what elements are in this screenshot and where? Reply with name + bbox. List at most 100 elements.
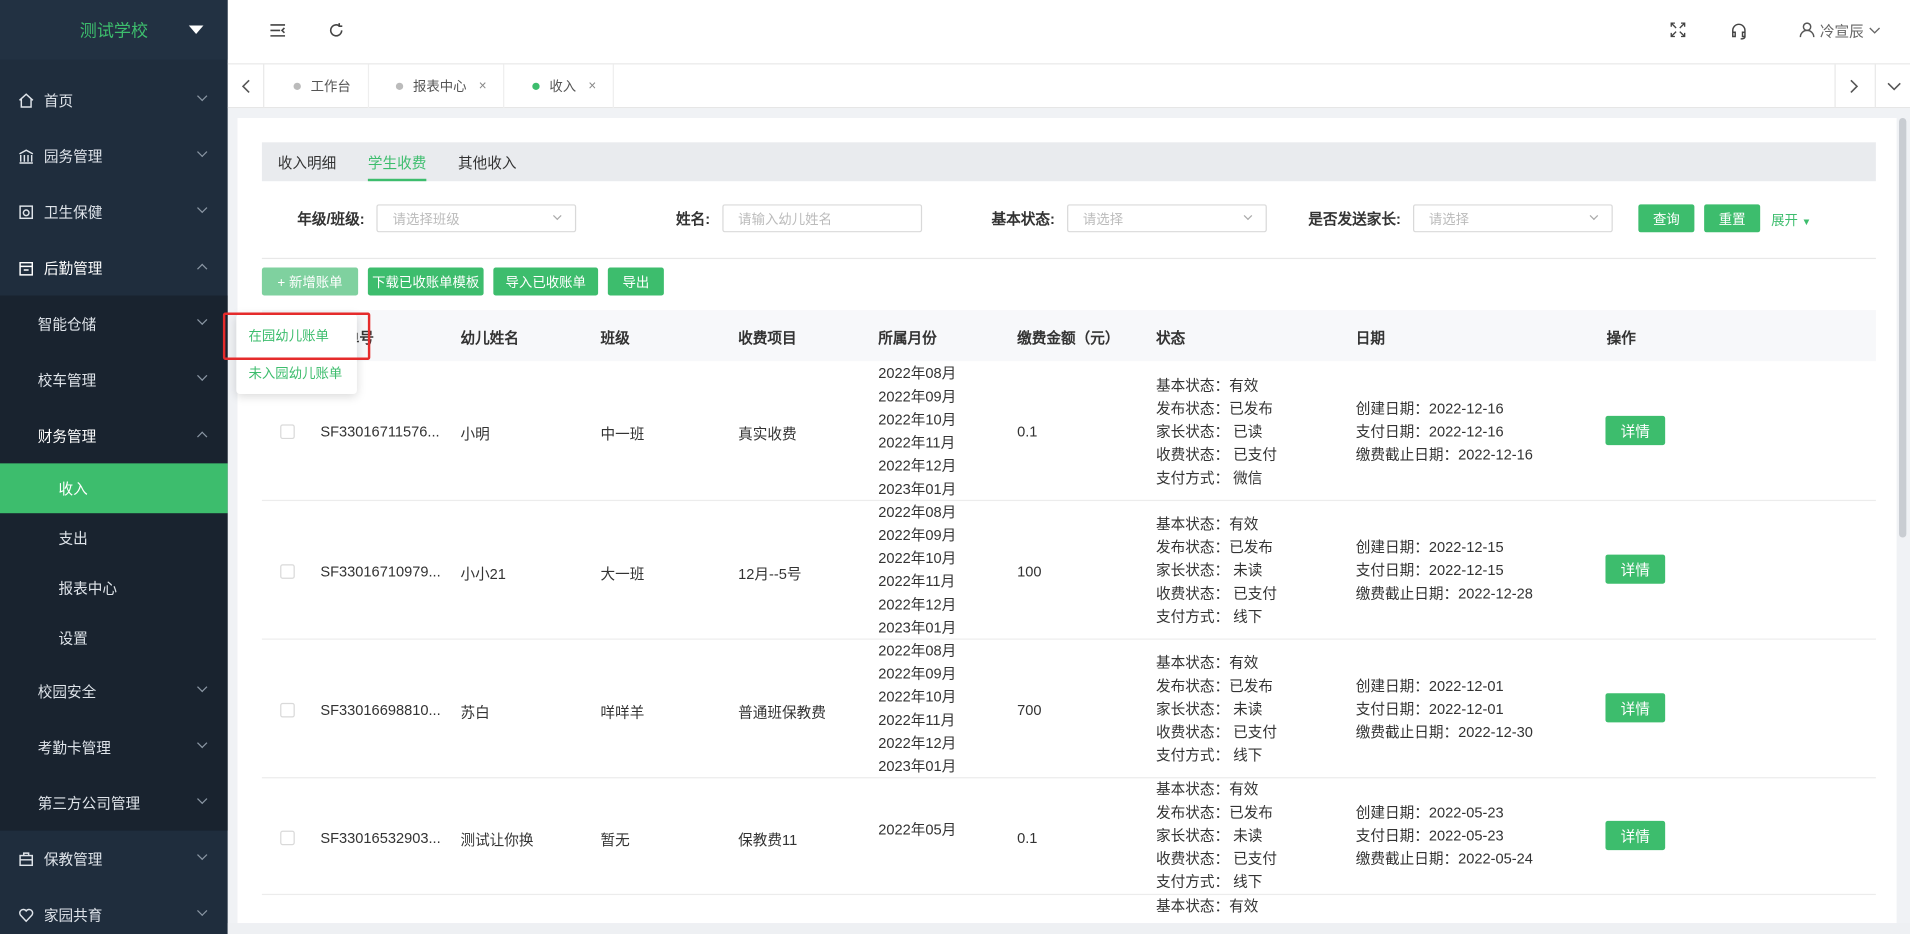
status-line: 基本状态：有效 [1155, 780, 1259, 798]
cell-status: 基本状态：有效 发布状态：已发布 家长状态： 未读 收费状态： 已支付 支付方式： 线下 [1156, 513, 1277, 629]
add-bill-button[interactable]: + 新增账单 [261, 267, 359, 296]
chevron-down-icon [197, 737, 208, 749]
tab-scroll-left-icon[interactable] [228, 64, 265, 109]
vertical-scrollbar[interactable] [1899, 117, 1907, 538]
sidebar-item-label: 第三方公司管理 [37, 794, 141, 812]
sidebar-item-label: 支出 [58, 530, 88, 548]
col-amount: 缴费金额（元） [1017, 329, 1120, 347]
date-line: 缴费截止日期：2022-12-16 [1355, 446, 1533, 464]
status-line: 家长状态： 未读 [1155, 561, 1263, 579]
query-button[interactable]: 查询 [1638, 204, 1695, 233]
cell-dates: 创建日期：2022-12-01 支付日期：2022-12-01 缴费截止日期：202… [1356, 675, 1533, 744]
fullscreen-icon[interactable] [1670, 22, 1686, 41]
sidebar-item-income[interactable]: 收入 [0, 463, 228, 514]
cell-name: 测试让你换 [460, 831, 534, 849]
school-selector[interactable]: 测试学校 [0, 0, 228, 60]
col-status: 状态 [1155, 329, 1186, 347]
sidebar-item-safety[interactable]: 校园安全 [0, 663, 228, 719]
cell-name: 小小21 [460, 565, 506, 583]
close-icon[interactable]: × [479, 79, 487, 94]
menu-fold-icon[interactable] [269, 22, 286, 43]
sidebar-item-home[interactable]: 首页 [0, 72, 228, 128]
detail-button[interactable]: 详情 [1605, 554, 1666, 584]
sidebar-item-education[interactable]: 保教管理 [0, 831, 228, 887]
sidebar-item-label: 后勤管理 [43, 259, 103, 277]
close-icon[interactable]: × [588, 79, 596, 94]
date-line: 缴费截止日期：2022-12-28 [1355, 584, 1533, 602]
detail-button[interactable]: 详情 [1605, 820, 1666, 851]
sidebar-item-expense[interactable]: 支出 [0, 513, 228, 563]
tab-scroll-right-icon[interactable] [1834, 64, 1871, 109]
import-bills-button[interactable]: 导入已收账单 [493, 267, 599, 296]
cell-dates: 创建日期：2022-12-16 支付日期：2022-12-16 缴费截止日期：202… [1356, 398, 1533, 467]
row-checkbox[interactable] [280, 564, 295, 579]
main-panel: 收入明细 学生收费 其他收入 年级/班级: 请选择班级 姓名: 请输入幼儿姓名 … [237, 117, 1897, 931]
cell-no: SF33016710979... [320, 563, 441, 581]
highlight-box [222, 312, 371, 360]
date-line: 创建日期：2022-05-23 [1355, 803, 1504, 821]
expand-toggle[interactable]: 展开 ▼ [1771, 210, 1811, 229]
download-template-button[interactable]: 下载已收账单模板 [367, 267, 484, 296]
date-line: 支付日期：2022-05-23 [1355, 826, 1504, 845]
subtab-student-fee[interactable]: 学生收费 [367, 142, 427, 182]
cell-item: 真实收费 [738, 425, 797, 443]
send-select[interactable]: 请选择 [1413, 204, 1613, 233]
sidebar-item-label: 保教管理 [43, 850, 103, 868]
sidebar-item-garden[interactable]: 园务管理 [0, 128, 228, 184]
headset-icon[interactable] [1730, 22, 1748, 44]
table-row: SF33016711576... 小明 中一班 真实收费 2022年08月 202… [261, 361, 1876, 502]
month: 2022年11月 [878, 572, 956, 590]
status-line: 基本状态：有效 [1155, 515, 1259, 533]
cell-status: 基本状态：有效 [1156, 895, 1258, 918]
chevron-down-icon [197, 849, 208, 861]
sidebar-item-bus[interactable]: 校车管理 [0, 351, 228, 407]
sidebar-item-label: 考勤卡管理 [37, 738, 111, 756]
tab-income[interactable]: 收入 × [515, 64, 615, 109]
detail-button[interactable]: 详情 [1605, 693, 1666, 723]
month: 2022年09月 [878, 387, 957, 405]
detail-button[interactable]: 详情 [1605, 415, 1666, 446]
status-line: 发布状态：已发布 [1155, 803, 1273, 821]
row-checkbox[interactable] [280, 830, 295, 846]
cell-amount: 0.1 [1017, 423, 1038, 441]
sidebar-item-logistics[interactable]: 后勤管理 [0, 240, 228, 296]
row-checkbox[interactable] [280, 424, 295, 440]
sidebar-item-attendance[interactable]: 考勤卡管理 [0, 719, 228, 775]
sidebar-item-health[interactable]: 卫生保健 [0, 184, 228, 240]
sidebar-item-settings[interactable]: 设置 [0, 613, 228, 663]
subtab-bar: 收入明细 学生收费 其他收入 [261, 142, 1876, 182]
user-menu[interactable]: 冷宣辰 [1799, 21, 1881, 42]
heart-icon [17, 906, 34, 923]
month: 2022年11月 [878, 434, 956, 452]
status-select[interactable]: 请选择 [1067, 204, 1267, 233]
sidebar-item-report[interactable]: 报表中心 [0, 563, 228, 613]
row-checkbox[interactable] [280, 702, 295, 718]
grade-select[interactable]: 请选择班级 [376, 204, 577, 233]
sidebar-item-home-school[interactable]: 家园共育 [0, 887, 228, 934]
cell-dates: 创建日期：2022-05-23 支付日期：2022-05-23 缴费截止日期：202… [1356, 801, 1533, 870]
sidebar-item-finance[interactable]: 财务管理 [0, 407, 228, 463]
reset-button[interactable]: 重置 [1704, 204, 1761, 233]
month: 2023年01月 [878, 757, 957, 775]
placeholder: 请选择班级 [392, 212, 460, 227]
sidebar-item-storage[interactable]: 智能仓储 [0, 296, 228, 352]
tab-workbench[interactable]: 工作台 [277, 64, 370, 109]
table-header: 单号 幼儿姓名 班级 收费项目 所属月份 缴费金额（元） 状态 日期 操作 [261, 310, 1876, 362]
refresh-icon[interactable] [328, 22, 345, 43]
subtab-income-detail[interactable]: 收入明细 [278, 142, 336, 181]
user-name: 冷宣辰 [1819, 23, 1864, 41]
tab-bar: 工作台 报表中心 × 收入 × [227, 64, 1910, 109]
tab-menu-icon[interactable] [1874, 64, 1910, 109]
sidebar-item-label: 校车管理 [37, 371, 97, 389]
status-line: 家长状态： 未读 [1155, 700, 1263, 718]
month: 2022年10月 [878, 688, 957, 706]
sidebar-item-label: 设置 [58, 629, 88, 647]
tab-report-center[interactable]: 报表中心 × [379, 64, 505, 109]
chevron-up-icon [197, 431, 208, 442]
subtab-other-income[interactable]: 其他收入 [458, 142, 516, 181]
export-button[interactable]: 导出 [607, 267, 664, 296]
building-icon [17, 259, 34, 276]
sidebar-item-third-party[interactable]: 第三方公司管理 [0, 775, 228, 831]
name-input[interactable]: 请输入幼儿姓名 [722, 204, 923, 233]
sidebar-item-label: 园务管理 [43, 147, 103, 165]
